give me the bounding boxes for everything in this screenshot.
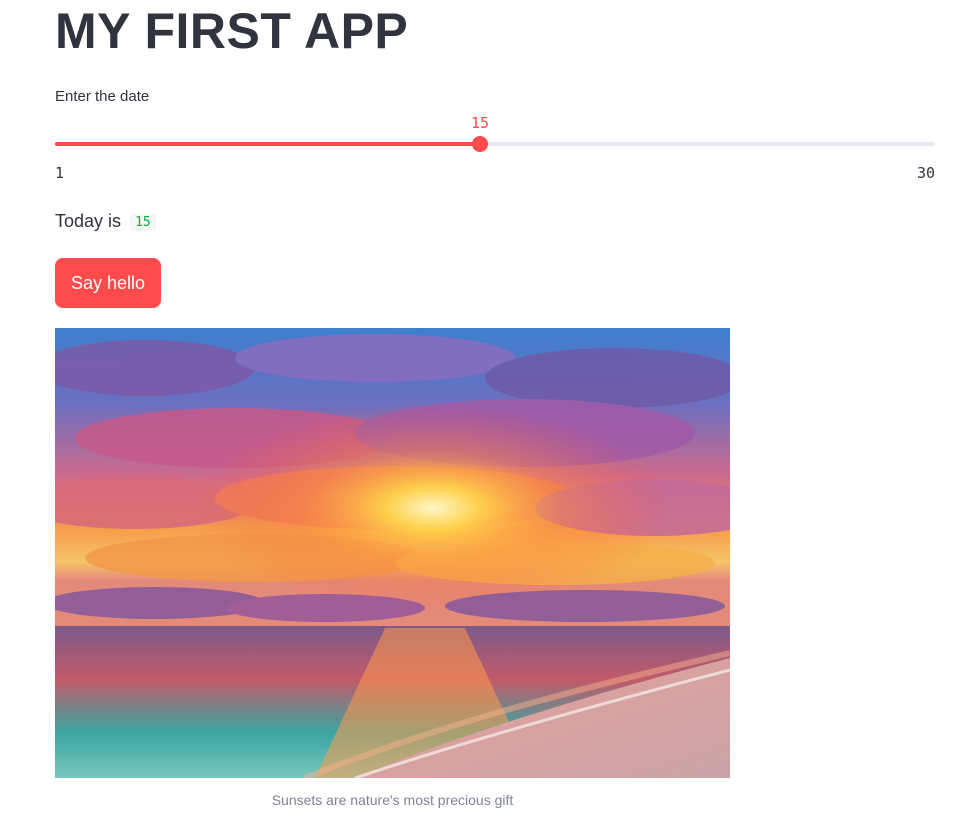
slider-min-label: 1	[55, 164, 65, 182]
today-value-badge: 15	[130, 214, 156, 231]
today-prefix: Today is	[55, 211, 122, 231]
say-hello-button[interactable]: Say hello	[55, 258, 162, 308]
date-slider[interactable]: 15 1 30	[55, 112, 935, 182]
slider-track[interactable]	[55, 136, 935, 152]
sunset-image	[55, 328, 730, 778]
today-text: Today is 15	[55, 211, 156, 232]
slider-current-value: 15	[470, 114, 490, 132]
app-main: MY FIRST APP Enter the date 15 1 30 Toda…	[0, 0, 972, 833]
slider-label: Enter the date	[55, 88, 150, 105]
slider-thumb[interactable]	[472, 136, 488, 152]
slider-max-label: 30	[916, 164, 935, 182]
slider-fill	[55, 142, 480, 146]
page-title: MY FIRST APP	[55, 3, 409, 59]
image-caption: Sunsets are nature's most precious gift	[271, 792, 514, 808]
